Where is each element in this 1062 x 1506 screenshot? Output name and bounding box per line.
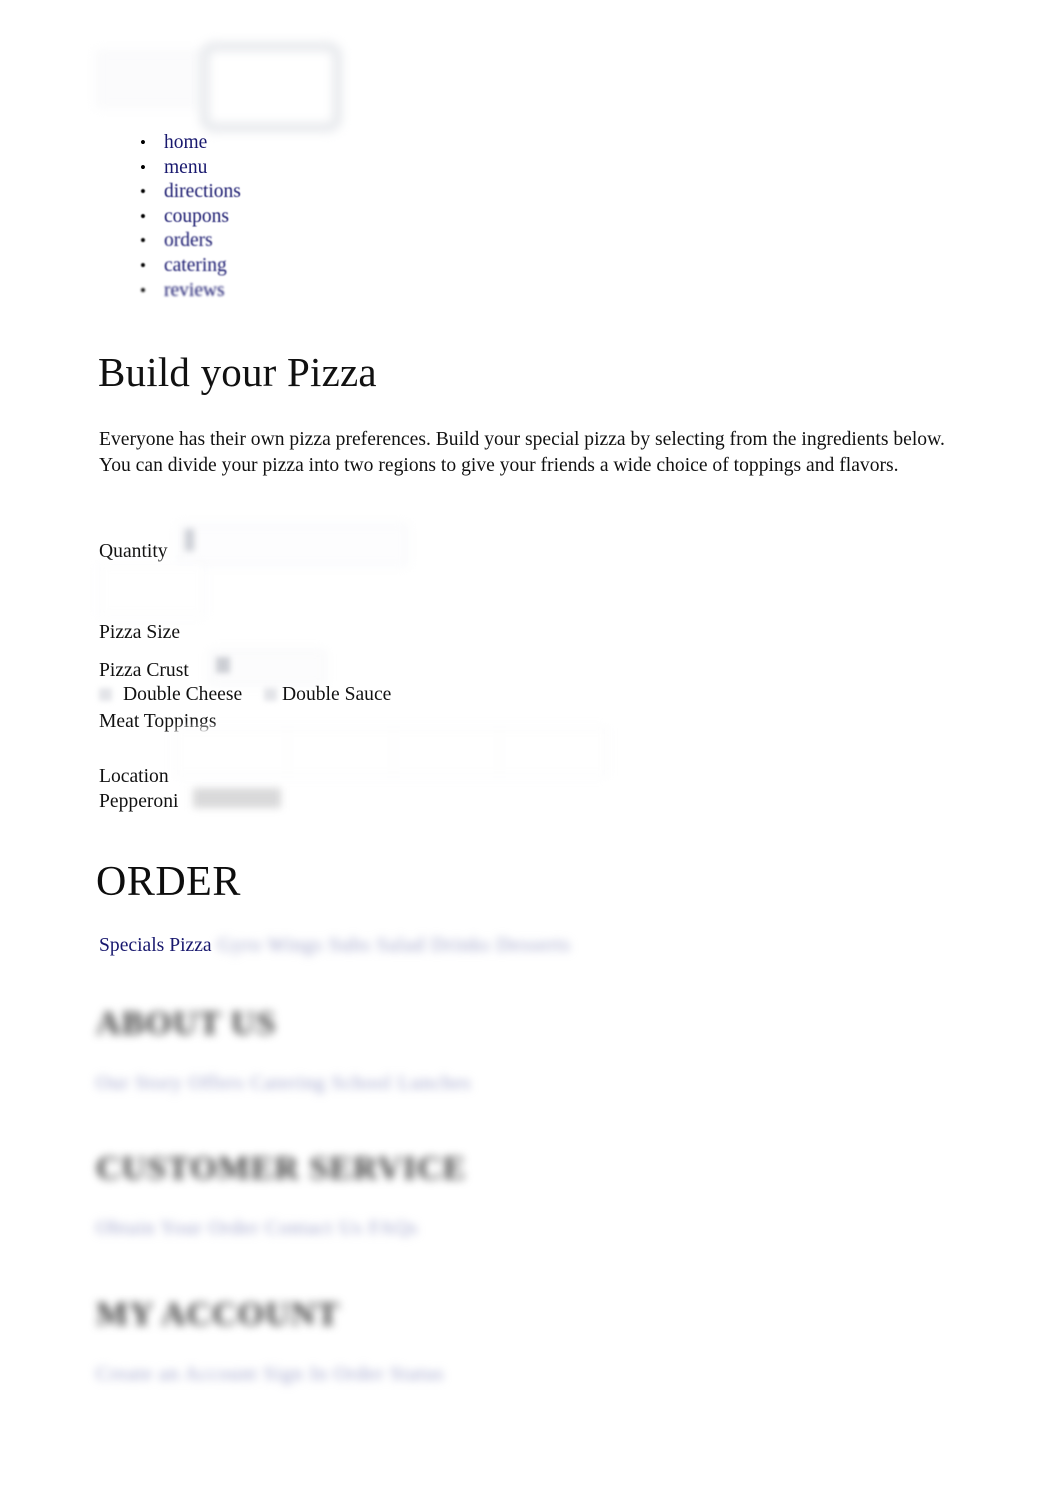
nav-item-catering[interactable]: catering (136, 254, 241, 279)
main-navigation: home menu directions coupons orders cate… (136, 131, 241, 303)
pizza-builder-form: Quantity Pizza Size Pizza Crust Double C… (99, 518, 659, 818)
quantity-input[interactable] (178, 524, 408, 566)
pepperoni-location-select[interactable] (193, 788, 281, 808)
footer-links-my-account[interactable]: Create an Account Sign In Order Status (96, 1334, 856, 1386)
specials-other-links[interactable]: Gyro Wings Subs Salad Drinks Desserts (218, 935, 571, 957)
site-header (96, 40, 956, 132)
nav-link-orders[interactable]: orders (164, 230, 213, 251)
pizza-size-label: Pizza Size (99, 622, 181, 643)
cart-badge-button[interactable] (200, 42, 342, 132)
footer-heading-about-us: ABOUT US (96, 1005, 277, 1042)
double-sauce-label: Double Sauce (282, 684, 392, 705)
quantity-value-text (185, 529, 194, 551)
intro-paragraph: Everyone has their own pizza preferences… (99, 429, 945, 476)
pizza-crust-value-text (216, 657, 230, 673)
footer-section-about-us: ABOUT US Our Story Offers Catering Schoo… (96, 1005, 856, 1095)
page-title: Build your Pizza (98, 349, 377, 395)
nav-item-reviews[interactable]: reviews (136, 279, 241, 304)
topping-column-2[interactable] (287, 728, 395, 776)
nav-item-menu[interactable]: menu (136, 156, 241, 181)
topping-column-3[interactable] (393, 728, 501, 776)
logo-image[interactable] (96, 50, 202, 108)
footer-heading-my-account: MY ACCOUNT (96, 1296, 340, 1333)
specials-pizza-link[interactable]: Specials Pizza (99, 935, 212, 956)
footer-links-about-us[interactable]: Our Story Offers Catering School Lunches (96, 1043, 856, 1095)
pizza-size-select[interactable] (99, 564, 205, 616)
nav-link-coupons[interactable]: coupons (164, 206, 229, 227)
order-heading: ORDER (96, 859, 241, 905)
nav-link-home[interactable]: home (164, 132, 207, 153)
footer-section-customer-service: CUSTOMER SERVICE Obtain Your Order Conta… (96, 1150, 856, 1240)
nav-link-directions[interactable]: directions (164, 181, 241, 202)
nav-link-catering[interactable]: catering (164, 255, 227, 276)
nav-link-reviews[interactable]: reviews (164, 280, 225, 301)
nav-item-directions[interactable]: directions (136, 180, 241, 205)
pizza-crust-label: Pizza Crust (99, 660, 189, 681)
topping-column-1[interactable] (175, 728, 289, 776)
footer-heading-customer-service: CUSTOMER SERVICE (96, 1150, 467, 1187)
meat-toppings-grid (175, 728, 607, 776)
nav-item-home[interactable]: home (136, 131, 241, 156)
double-cheese-checkbox[interactable] (99, 688, 112, 701)
double-sauce-checkbox[interactable] (264, 688, 277, 701)
quantity-label: Quantity (99, 541, 168, 562)
topping-column-4[interactable] (499, 728, 607, 776)
pepperoni-label: Pepperoni (99, 791, 179, 812)
specials-links-row: Specials Pizza Gyro Wings Subs Salad Drin… (99, 935, 799, 963)
footer-section-my-account: MY ACCOUNT Create an Account Sign In Ord… (96, 1296, 856, 1386)
nav-item-coupons[interactable]: coupons (136, 205, 241, 230)
footer-links-customer-service[interactable]: Obtain Your Order Contact Us FAQs (96, 1188, 856, 1240)
page-root: home menu directions coupons orders cate… (0, 0, 1062, 1506)
nav-link-menu[interactable]: menu (164, 157, 207, 178)
nav-item-orders[interactable]: orders (136, 229, 241, 254)
double-cheese-label: Double Cheese (123, 684, 243, 705)
location-label: Location (99, 766, 169, 787)
